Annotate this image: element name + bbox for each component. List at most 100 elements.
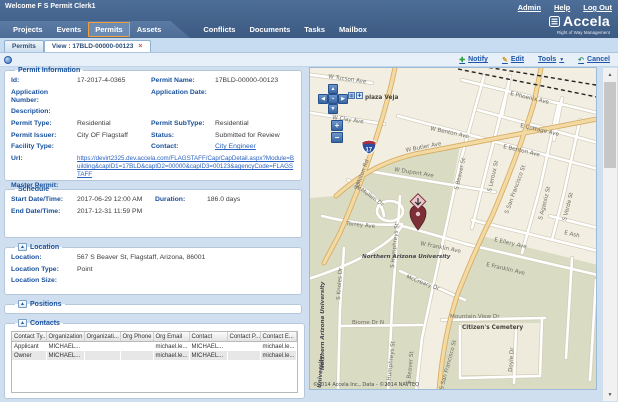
positions-title: Positions: [30, 301, 62, 308]
field-value-location: 567 S Beaver St, Flagstaff, Arizona, 860…: [77, 254, 295, 262]
collapse-contacts-icon[interactable]: ▲: [18, 319, 27, 327]
chevron-down-icon: ▼: [559, 57, 564, 63]
field-label-description: Description:: [11, 108, 77, 116]
tab-documents[interactable]: Documents: [242, 22, 297, 37]
help-sphere-icon[interactable]: [4, 56, 12, 64]
scrollbar-thumb[interactable]: [604, 82, 616, 168]
col-organization[interactable]: Organization: [46, 332, 84, 342]
permit-information-title: Permit Information: [18, 67, 80, 74]
record-url-link[interactable]: https://devirt2325.dev.accela.com/FLAGST…: [77, 155, 295, 178]
field-value-permit-issuer: City OF Flagstaff: [77, 132, 151, 140]
field-label-duration: Duration:: [155, 196, 207, 204]
field-label-url: Url:: [11, 155, 77, 178]
tab-mailbox[interactable]: Mailbox: [332, 22, 374, 37]
contacts-section: ▲ Contacts Contact Ty... Organization Or…: [4, 319, 305, 399]
col-contact[interactable]: Contact: [189, 332, 227, 342]
nav-tab-group-left: Projects Events Permits Assets: [0, 21, 190, 38]
map-pan-down-button[interactable]: ▼: [328, 104, 338, 114]
notify-plus-icon: ✚: [459, 56, 465, 64]
map-zoom-out-button[interactable]: −: [331, 132, 343, 143]
tab-tasks[interactable]: Tasks: [297, 22, 332, 37]
tab-assets[interactable]: Assets: [130, 22, 169, 37]
field-value-description: [77, 108, 295, 116]
scroll-down-arrow[interactable]: ▼: [603, 388, 617, 401]
record-detail-panel: Permit Information Id: 17-2017-4-0365 Pe…: [4, 67, 302, 402]
tab-projects[interactable]: Projects: [6, 22, 50, 37]
contact-row-applicant[interactable]: ApplicantMICHAEL... michael.le...MICHAEL…: [12, 342, 296, 352]
map-poi-icon[interactable]: ▦: [348, 92, 355, 99]
field-label-location: Location:: [11, 254, 77, 262]
field-label-application-number: Application Number:: [11, 89, 77, 105]
map-label: Northern Arizona University: [362, 254, 451, 260]
col-contact-phone[interactable]: Contact P...: [227, 332, 260, 342]
schedule-section: Schedule Start Date/Time: 2017-06-29 12:…: [4, 186, 302, 238]
positions-section: ▲ Positions: [4, 300, 302, 314]
tab-conflicts[interactable]: Conflicts: [196, 22, 242, 37]
map-poi-plus-icon[interactable]: ✚: [356, 92, 363, 99]
field-value-end: 2017-12-31 11:59 PM: [77, 208, 295, 216]
cancel-arrow-icon: ↶: [578, 56, 584, 64]
col-org-email[interactable]: Org Email: [153, 332, 189, 342]
close-tab-icon[interactable]: ×: [138, 44, 142, 49]
col-contact-type[interactable]: Contact Ty...: [12, 332, 46, 342]
record-toolbar: ✚ Notify ✎ Edit Tools ▼ ↶ Cancel: [0, 53, 618, 67]
field-value-id: 17-2017-4-0365: [77, 77, 151, 85]
map-label: ©2014 Accela Inc., Data - ©2014 NAVTEQ: [313, 381, 419, 388]
contacts-header-row: Contact Ty... Organization Organizati...…: [12, 332, 296, 342]
field-label-permit-subtype: Permit SubType:: [151, 120, 215, 128]
tab-events[interactable]: Events: [50, 22, 89, 37]
admin-link[interactable]: Admin: [518, 3, 541, 12]
field-value-application-number: [77, 89, 151, 105]
location-section: ▲ Location Location: 567 S Beaver St, Fl…: [4, 243, 302, 295]
schedule-title: Schedule: [18, 186, 49, 193]
field-value-duration: 186.0 days: [207, 196, 295, 204]
contacts-title: Contacts: [30, 320, 60, 327]
field-value-location-size: [77, 277, 295, 285]
field-value-application-date: [215, 89, 295, 105]
tools-dropdown-button[interactable]: Tools ▼: [538, 56, 564, 63]
help-link[interactable]: Help: [554, 3, 570, 12]
collapse-location-icon[interactable]: ▲: [18, 243, 27, 251]
contact-link[interactable]: City Engineer: [215, 143, 295, 151]
subtab-view-record[interactable]: View : 17BLD-00000-00123 ×: [44, 40, 151, 52]
nav-tab-group-right: Conflicts Documents Tasks Mailbox: [196, 21, 374, 38]
cancel-button[interactable]: ↶ Cancel: [578, 56, 610, 64]
col-org-phone[interactable]: Org Phone: [120, 332, 153, 342]
map-label: Biome Dr N: [352, 320, 384, 326]
map-pan-center-button[interactable]: ▪: [328, 94, 338, 104]
svg-text:17: 17: [365, 148, 372, 154]
map-pan-up-button[interactable]: ▲: [328, 84, 338, 94]
map-pan-left-button[interactable]: ◀: [318, 94, 328, 104]
contacts-table: Contact Ty... Organization Organizati...…: [11, 331, 298, 393]
map-zoom-in-button[interactable]: +: [331, 120, 343, 131]
top-header: Welcome F S Permit Clerk1 Admin Help Log…: [0, 0, 618, 38]
edit-button[interactable]: ✎ Edit: [502, 56, 524, 64]
location-title: Location: [30, 244, 59, 251]
logout-link[interactable]: Log Out: [583, 3, 612, 12]
contact-row-owner[interactable]: OwnerMICHAEL... michael.le...MICHAEL... …: [12, 351, 296, 360]
permit-information-section: Permit Information Id: 17-2017-4-0365 Pe…: [4, 67, 302, 181]
subtab-bar: Permits View : 17BLD-00000-00123 ×: [0, 38, 618, 53]
scroll-up-arrow[interactable]: ▲: [603, 68, 617, 81]
map-pan-right-button[interactable]: ▶: [338, 94, 348, 104]
map-label: Citizen's Cemetery: [462, 325, 523, 331]
tab-permits[interactable]: Permits: [88, 22, 130, 37]
field-label-end: End Date/Time:: [11, 208, 77, 216]
field-label-permit-type: Permit Type:: [11, 120, 77, 128]
field-label-facility-type: Facility Type:: [11, 143, 77, 151]
notify-button[interactable]: ✚ Notify: [459, 56, 488, 64]
map-canvas: 17 W Tucson AveW Clay AveS Milton Rdplaz…: [310, 68, 596, 389]
subtab-permits[interactable]: Permits: [4, 40, 44, 52]
page-scrollbar[interactable]: ▲ ▼: [603, 68, 617, 401]
map-label: Mountain View Dr: [450, 314, 500, 320]
field-label-contact: Contact:: [151, 143, 215, 151]
field-label-permit-name: Permit Name:: [151, 77, 215, 85]
col-contact-email[interactable]: Contact E...: [260, 332, 296, 342]
collapse-positions-icon[interactable]: ▲: [18, 300, 27, 308]
field-value-location-type: Point: [77, 266, 295, 274]
main-nav: Projects Events Permits Assets Conflicts…: [0, 21, 618, 38]
location-map[interactable]: 17 W Tucson AveW Clay AveS Milton Rdplaz…: [309, 67, 597, 390]
col-organization2[interactable]: Organizati...: [84, 332, 120, 342]
field-label-start: Start Date/Time:: [11, 196, 77, 204]
field-label-location-type: Location Type:: [11, 266, 77, 274]
